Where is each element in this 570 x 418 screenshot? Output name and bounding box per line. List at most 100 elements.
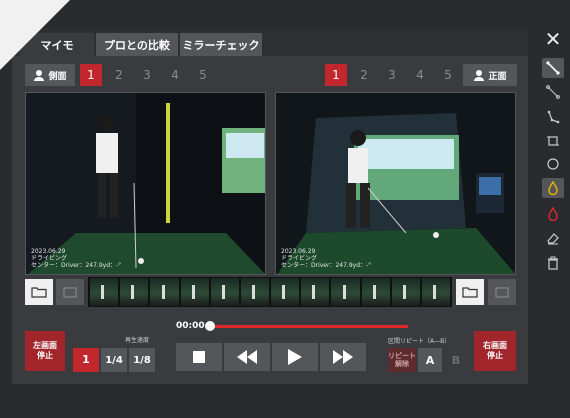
left-slot-1[interactable]: 1 bbox=[80, 64, 102, 86]
user-icon bbox=[474, 70, 485, 81]
thumbnail[interactable] bbox=[90, 278, 119, 306]
crop-tool-icon[interactable] bbox=[542, 131, 564, 151]
speed-eighth-button[interactable]: 1/8 bbox=[129, 348, 155, 372]
thumbnail[interactable] bbox=[301, 278, 330, 306]
seek-handle[interactable] bbox=[205, 321, 215, 331]
video-date: 2023.06.29 bbox=[281, 248, 316, 255]
left-slot-2[interactable]: 2 bbox=[108, 64, 130, 86]
play-icon bbox=[288, 349, 302, 365]
right-slot-2[interactable]: 2 bbox=[353, 64, 375, 86]
tab-pro-compare[interactable]: プロとの比較 bbox=[96, 33, 178, 56]
left-stop-button[interactable]: 左画面 停止 bbox=[25, 331, 65, 371]
fast-forward-button[interactable] bbox=[320, 343, 366, 371]
right-slot-3[interactable]: 3 bbox=[381, 64, 403, 86]
thumbnail[interactable] bbox=[150, 278, 179, 306]
drop-red-icon[interactable] bbox=[542, 204, 564, 224]
rewind-icon bbox=[237, 350, 257, 364]
video-shot: センター：Driver：247.9yd：-° bbox=[31, 262, 122, 269]
fast-forward-icon bbox=[333, 350, 353, 364]
thumbnail[interactable] bbox=[240, 278, 270, 306]
video-mode: ドライビング bbox=[31, 255, 68, 262]
slot-label: 2 bbox=[360, 68, 368, 82]
right-slot-5[interactable]: 5 bbox=[437, 64, 459, 86]
video-date: 2023.06.29 bbox=[31, 248, 66, 255]
right-video[interactable]: 2023.06.29 ドライビング センター：Driver：247.9yd：-° bbox=[275, 92, 516, 275]
thumbnail-strip[interactable] bbox=[88, 277, 452, 307]
thumbnail[interactable] bbox=[210, 278, 239, 306]
right-slot-1[interactable]: 1 bbox=[325, 64, 347, 86]
left-save-button[interactable] bbox=[56, 279, 84, 305]
slot-label: 3 bbox=[388, 68, 396, 82]
angle-tool-icon[interactable] bbox=[542, 107, 564, 127]
folder-outline-icon bbox=[63, 287, 77, 298]
thumbnail[interactable] bbox=[361, 278, 390, 306]
folder-icon bbox=[31, 287, 47, 298]
tab-mirror-check[interactable]: ミラーチェック bbox=[180, 33, 262, 56]
left-slot-5[interactable]: 5 bbox=[192, 64, 214, 86]
trash-icon[interactable] bbox=[542, 253, 564, 273]
speed-label-quarter: 1/4 bbox=[105, 354, 123, 366]
left-slot-4[interactable]: 4 bbox=[164, 64, 186, 86]
slot-label: 5 bbox=[444, 68, 452, 82]
right-video-info: 2023.06.29 ドライビング センター：Driver：247.9yd：-° bbox=[281, 248, 371, 269]
speed-label-1: 1 bbox=[82, 353, 90, 366]
eraser-icon[interactable] bbox=[542, 228, 564, 248]
speed-1-button[interactable]: 1 bbox=[73, 348, 99, 372]
slot-label: 4 bbox=[171, 68, 179, 82]
speed-label-eighth: 1/8 bbox=[133, 354, 151, 366]
slot-label: 2 bbox=[115, 68, 123, 82]
line-tool-icon[interactable] bbox=[542, 58, 564, 78]
tab-bar: マイモ プロとの比較 ミラーチェック bbox=[12, 28, 528, 56]
repeat-a-button[interactable]: A bbox=[418, 348, 442, 372]
thumbnail[interactable] bbox=[180, 278, 209, 306]
user-icon bbox=[34, 70, 45, 81]
folder-outline-icon bbox=[495, 287, 509, 298]
repeat-b-button[interactable]: B bbox=[444, 348, 468, 372]
left-folder-button[interactable] bbox=[25, 279, 53, 305]
speed-quarter-button[interactable]: 1/4 bbox=[101, 348, 127, 372]
tab-label: ミラーチェック bbox=[182, 38, 260, 52]
time-readout: 00:00 bbox=[176, 321, 205, 331]
slot-label: 1 bbox=[332, 68, 340, 82]
thumbnail[interactable] bbox=[391, 278, 420, 306]
right-folder-button[interactable] bbox=[456, 279, 484, 305]
left-video[interactable]: 2023.06.29 ドライビング センター：Driver：247.9yd：-° bbox=[25, 92, 266, 275]
thumbnail[interactable] bbox=[120, 278, 149, 306]
left-slot-3[interactable]: 3 bbox=[136, 64, 158, 86]
left-video-info: 2023.06.29 ドライビング センター：Driver：247.9yd：-° bbox=[31, 248, 121, 269]
right-stop-button[interactable]: 右画面 停止 bbox=[474, 331, 516, 371]
speed-label: 再生速度 bbox=[125, 337, 150, 344]
corner-fold bbox=[0, 0, 70, 70]
play-button[interactable] bbox=[272, 343, 318, 371]
slot-label: 4 bbox=[416, 68, 424, 82]
front-view-button[interactable]: 正面 bbox=[463, 64, 517, 86]
repeat-label: 区間リピート（A―B） bbox=[388, 338, 451, 345]
side-view-label: 側面 bbox=[48, 71, 67, 82]
right-save-button[interactable] bbox=[488, 279, 516, 305]
video-shot: センター：Driver：247.9yd：-° bbox=[281, 262, 372, 269]
line-thin-tool-icon[interactable] bbox=[542, 82, 564, 102]
stop-icon bbox=[193, 351, 205, 363]
drop-yellow-icon[interactable] bbox=[542, 178, 564, 198]
video-mode: ドライビング bbox=[281, 255, 318, 262]
b-label: B bbox=[451, 353, 461, 367]
right-slot-4[interactable]: 4 bbox=[409, 64, 431, 86]
thumbnail[interactable] bbox=[331, 278, 360, 306]
slot-label: 3 bbox=[143, 68, 151, 82]
device-frame: ✕ マイモ プロとの比較 ミラーチェック 側面 1 2 3 4 5 1 2 3 … bbox=[0, 0, 570, 418]
a-label: A bbox=[425, 353, 435, 367]
slot-label: 1 bbox=[87, 68, 95, 82]
slot-label: 5 bbox=[199, 68, 207, 82]
stop-button[interactable] bbox=[176, 343, 222, 371]
front-view-label: 正面 bbox=[488, 71, 507, 82]
rewind-button[interactable] bbox=[224, 343, 270, 371]
thumbnail[interactable] bbox=[271, 278, 300, 306]
tab-label: プロとの比較 bbox=[104, 38, 170, 52]
folder-icon bbox=[462, 287, 478, 298]
main-screen: マイモ プロとの比較 ミラーチェック 側面 1 2 3 4 5 1 2 3 4 … bbox=[12, 28, 528, 384]
repeat-release-button[interactable]: リピート 解除 bbox=[388, 348, 416, 372]
thumbnail[interactable] bbox=[421, 278, 451, 306]
circle-tool-icon[interactable] bbox=[542, 154, 564, 174]
close-icon[interactable]: ✕ bbox=[543, 29, 563, 50]
seek-bar[interactable] bbox=[208, 325, 408, 328]
